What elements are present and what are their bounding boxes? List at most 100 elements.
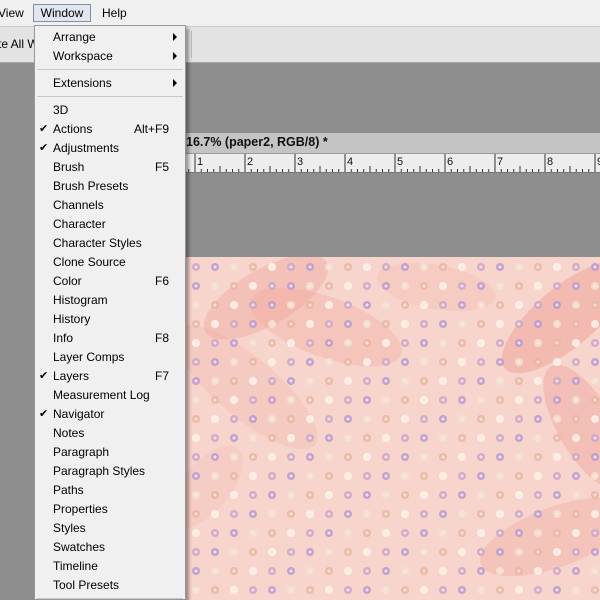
pattern-dot-center	[213, 398, 217, 402]
pattern-dot-center	[422, 303, 426, 307]
menu-item-character-styles[interactable]: Character Styles	[35, 234, 185, 253]
menu-item-extensions[interactable]: Extensions	[35, 74, 185, 93]
pattern-dot-center	[498, 455, 502, 459]
pattern-dot-center	[536, 512, 540, 516]
menu-item-actions[interactable]: ✔ Actions Alt+F9	[35, 120, 185, 139]
menu-item-measurement-log[interactable]: Measurement Log	[35, 386, 185, 405]
pattern-dot-center	[213, 265, 217, 269]
pattern-dot-center	[194, 493, 198, 497]
menu-item-channels[interactable]: Channels	[35, 196, 185, 215]
pattern-dot-center	[289, 265, 293, 269]
menu-item-brush-presets[interactable]: Brush Presets	[35, 177, 185, 196]
pattern-dot-center	[270, 284, 274, 288]
pattern-dot-center	[384, 322, 388, 326]
pattern-dot-center	[536, 417, 540, 421]
menu-item-info[interactable]: Info F8	[35, 329, 185, 348]
document-canvas-image[interactable]	[186, 257, 600, 600]
pattern-dot-center	[517, 265, 521, 269]
menu-item-paths[interactable]: Paths	[35, 481, 185, 500]
menu-item-histogram[interactable]: Histogram	[35, 291, 185, 310]
menu-item-history[interactable]: History	[35, 310, 185, 329]
pattern-dot-center	[384, 455, 388, 459]
menu-item-navigator[interactable]: ✔ Navigator	[35, 405, 185, 424]
pattern-dot-center	[593, 341, 597, 345]
pattern-dot-center	[194, 265, 198, 269]
pattern-dot-center	[536, 322, 540, 326]
menu-item-clone-source[interactable]: Clone Source	[35, 253, 185, 272]
menu-item-notes[interactable]: Notes	[35, 424, 185, 443]
pattern-dot-center	[270, 436, 274, 440]
pattern-dot-center	[194, 569, 198, 573]
pattern-dot-center	[327, 512, 331, 516]
pattern-dot-center	[441, 360, 445, 364]
pattern-dot-center	[479, 569, 483, 573]
pattern-dot-center	[308, 531, 312, 535]
pattern-dot-center	[555, 455, 559, 459]
menu-item-layers[interactable]: ✔ Layers F7	[35, 367, 185, 386]
horizontal-ruler[interactable]: 123456789	[186, 154, 600, 173]
pattern-dot-center	[289, 417, 293, 421]
pattern-dot-center	[327, 265, 331, 269]
pattern-dot-center	[403, 531, 407, 535]
pattern-dot-center	[346, 265, 350, 269]
menu-item-swatches[interactable]: Swatches	[35, 538, 185, 557]
pattern-dot-center	[194, 360, 198, 364]
ruler-label: 4	[347, 156, 353, 168]
pattern-dot-center	[555, 493, 559, 497]
menu-item-properties[interactable]: Properties	[35, 500, 185, 519]
menu-window[interactable]: Window	[33, 4, 91, 22]
pattern-dot-center	[251, 531, 255, 535]
pattern-dot-center	[365, 322, 369, 326]
pattern-dot-center	[346, 531, 350, 535]
pattern-dot-center	[441, 550, 445, 554]
menu-item-layer-comps[interactable]: Layer Comps	[35, 348, 185, 367]
menu-item-adjustments[interactable]: ✔ Adjustments	[35, 139, 185, 158]
pattern-dot-center	[593, 455, 597, 459]
menu-item-character[interactable]: Character	[35, 215, 185, 234]
pattern-dot-center	[289, 588, 293, 592]
document-tab[interactable]: 16.7% (paper2, RGB/8) *	[186, 133, 600, 154]
pattern-dot-center	[213, 284, 217, 288]
options-bar-text[interactable]: te All W	[0, 37, 39, 51]
pattern-dot-center	[441, 569, 445, 573]
pattern-dot-center	[441, 341, 445, 345]
menu-item-label: Notes	[53, 426, 85, 440]
ruler-label: 7	[497, 156, 503, 168]
menu-item-3d[interactable]: 3D	[35, 101, 185, 120]
pattern-dot-center	[460, 322, 464, 326]
pattern-dot-center	[346, 417, 350, 421]
pattern-dot-center	[365, 303, 369, 307]
pattern-dot-center	[213, 341, 217, 345]
menu-item-label: Character	[53, 217, 106, 231]
pattern-dot-center	[403, 322, 407, 326]
menu-item-tool-presets[interactable]: Tool Presets	[35, 576, 185, 595]
pattern-dot-center	[403, 436, 407, 440]
pattern-dot-center	[422, 493, 426, 497]
pattern-dot-center	[308, 417, 312, 421]
menu-view[interactable]: View	[0, 4, 24, 22]
menu-item-paragraph[interactable]: Paragraph	[35, 443, 185, 462]
menu-item-label: Character Styles	[53, 236, 142, 250]
pattern-dot-center	[365, 474, 369, 478]
menu-item-brush[interactable]: Brush F5	[35, 158, 185, 177]
menu-item-styles[interactable]: Styles	[35, 519, 185, 538]
pattern-dot-center	[441, 474, 445, 478]
pattern-dot-center	[517, 569, 521, 573]
pattern-dot-center	[327, 550, 331, 554]
menu-item-color[interactable]: Color F6	[35, 272, 185, 291]
pattern-dot-center	[498, 531, 502, 535]
pattern-dot-center	[555, 398, 559, 402]
menu-item-timeline[interactable]: Timeline	[35, 557, 185, 576]
pattern-dot-center	[403, 360, 407, 364]
pattern-dot-center	[384, 550, 388, 554]
menu-item-workspace[interactable]: Workspace	[35, 47, 185, 66]
pattern-dot-center	[232, 512, 236, 516]
pattern-dot-center	[460, 588, 464, 592]
menu-item-arrange[interactable]: Arrange	[35, 28, 185, 47]
pattern-dot-center	[384, 474, 388, 478]
pattern-dot-center	[346, 322, 350, 326]
menu-item-paragraph-styles[interactable]: Paragraph Styles	[35, 462, 185, 481]
pattern-dot-center	[593, 569, 597, 573]
menu-help[interactable]: Help	[102, 4, 127, 22]
pattern-dot-center	[403, 455, 407, 459]
